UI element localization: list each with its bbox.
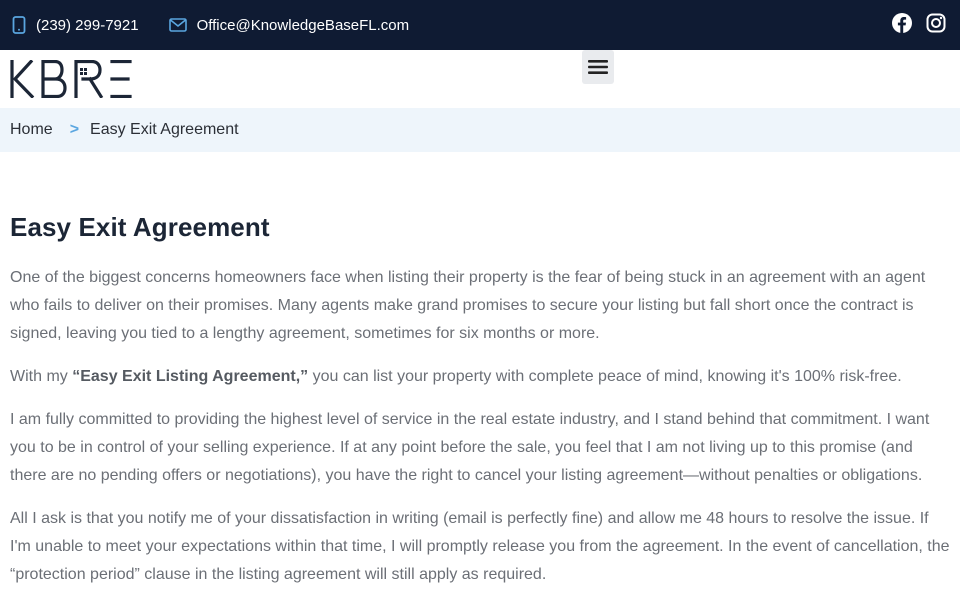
easy-exit-prefix: With my (10, 368, 73, 385)
site-logo[interactable] (10, 59, 132, 103)
easy-exit-paragraph: With my “Easy Exit Listing Agreement,” y… (10, 363, 950, 391)
easy-exit-suffix: you can list your property with complete… (308, 368, 902, 385)
instagram-icon (926, 13, 946, 33)
kbre-logo-icon (10, 59, 132, 99)
top-bar: (239) 299-7921 Office@KnowledgeBaseFL.co… (0, 0, 960, 50)
instagram-link[interactable] (926, 13, 946, 33)
phone-number: (239) 299-7921 (36, 16, 139, 34)
envelope-icon (168, 18, 187, 32)
phone-link[interactable]: (239) 299-7921 (12, 16, 139, 34)
menu-toggle-button[interactable] (582, 50, 614, 84)
breadcrumb-current: Easy Exit Agreement (90, 121, 239, 138)
breadcrumb-home-link[interactable]: Home (10, 121, 53, 139)
facebook-link[interactable] (892, 13, 912, 33)
main-content: Easy Exit Agreement One of the biggest c… (0, 212, 960, 589)
page-title: Easy Exit Agreement (10, 212, 270, 242)
site-header (0, 50, 960, 108)
breadcrumb: Home > Easy Exit Agreement (0, 108, 960, 152)
email-address: Office@KnowledgeBaseFL.com (196, 16, 410, 34)
social-links (878, 13, 946, 33)
commitment-paragraph: I am fully committed to providing the hi… (10, 411, 930, 484)
phone-icon (12, 16, 26, 34)
easy-exit-emphasis: “Easy Exit Listing Agreement,” (72, 368, 309, 385)
hamburger-menu-icon (588, 60, 608, 74)
notice-paragraph: All I ask is that you notify me of your … (10, 510, 950, 583)
intro-paragraph: One of the biggest concerns homeowners f… (10, 269, 926, 342)
email-link[interactable]: Office@KnowledgeBaseFL.com (168, 16, 410, 34)
breadcrumb-separator: > (69, 121, 80, 138)
facebook-icon (892, 13, 912, 33)
